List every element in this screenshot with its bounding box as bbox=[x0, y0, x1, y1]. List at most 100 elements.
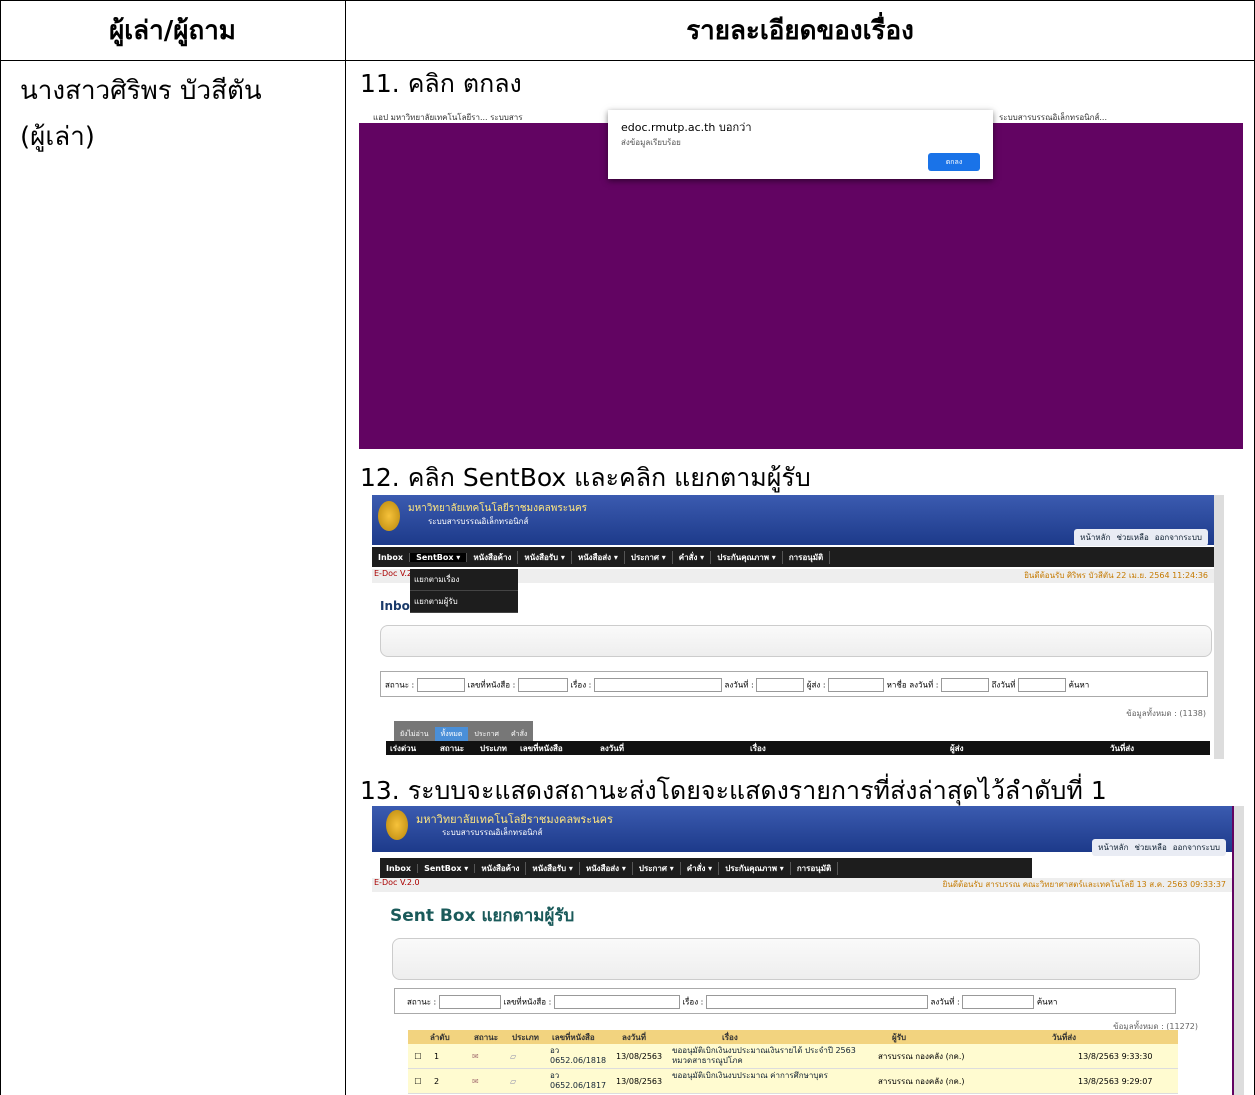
subject-input[interactable] bbox=[705, 995, 928, 1009]
tab-order[interactable]: คำสั่ง bbox=[505, 727, 533, 742]
edoc-page: มหาวิทยาลัยเทคโนโลยีราชมงคลพระนคร ระบบสา… bbox=[372, 806, 1232, 1095]
help-link[interactable]: ช่วยเหลือ bbox=[1116, 531, 1148, 544]
row-docno[interactable]: อว 0652.06/1817 bbox=[550, 1071, 616, 1091]
envelope-icon: ✉ bbox=[472, 1051, 479, 1061]
menu-sentbox[interactable]: SentBox ▾ bbox=[418, 863, 476, 873]
row-no: 1 bbox=[434, 1051, 440, 1061]
menu-sent[interactable]: หนังสือส่ง ▾ bbox=[580, 861, 633, 875]
sent-table-header: ลำดับ สถานะ ประเภท เลขที่หนังสือ ลงวันที… bbox=[408, 1030, 1178, 1044]
screenshot-sentbox-menu: มหาวิทยาลัยเทคโนโลยีราชมงคลพระนคร ระบบสา… bbox=[372, 495, 1224, 759]
menu-inbox[interactable]: Inbox bbox=[372, 552, 411, 562]
info-bar: E-Doc V.2.0 ยินดีต้อนรับ สารบรรณ คณะวิทย… bbox=[372, 878, 1232, 892]
page-title: Sent Box แยกตามผู้รับ bbox=[390, 906, 575, 926]
logout-link[interactable]: ออกจากระบบ bbox=[1173, 841, 1220, 854]
inbox-table-header: เร่งด่วน สถานะ ประเภท เลขที่หนังสือ ลงวั… bbox=[386, 741, 1210, 755]
menu-order[interactable]: คำสั่ง ▾ bbox=[673, 550, 712, 564]
col-urgent: เร่งด่วน bbox=[390, 743, 417, 753]
col-type: ประเภท bbox=[480, 743, 507, 753]
bookmarks-bar: แอป มหาวิทยาลัยเทคโนโลยีรา... ระบบสาร bbox=[373, 113, 523, 122]
inbox-tabs: ยังไม่อ่าน ทั้งหมด ประกาศ คำสั่ง bbox=[394, 721, 534, 742]
status-select[interactable] bbox=[438, 995, 501, 1009]
find-name-button[interactable]: หาชื่อ bbox=[887, 681, 907, 690]
subject-input[interactable] bbox=[593, 678, 722, 692]
help-link[interactable]: ช่วยเหลือ bbox=[1134, 841, 1166, 854]
bookmarks-bar-right: ระบบสารบรรณอิเล็กทรอนิกส์... bbox=[999, 113, 1107, 122]
screenshot-confirm-dialog: แอป มหาวิทยาลัยเทคโนโลยีรา... ระบบสาร ระ… bbox=[359, 97, 1243, 449]
tab-all[interactable]: ทั้งหมด bbox=[434, 727, 469, 742]
menu-quality[interactable]: ประกันคุณภาพ ▾ bbox=[711, 550, 783, 564]
docno-input[interactable] bbox=[517, 678, 568, 692]
university-logo bbox=[378, 501, 400, 531]
row-date: 13/08/2563 bbox=[616, 1076, 663, 1086]
row-subject[interactable]: ขออนุมัติเบิกเงินงบประมาณ ค่าการศึกษาบุต… bbox=[672, 1071, 878, 1091]
row-sent-date: 13/8/2563 9:29:07 bbox=[1078, 1076, 1153, 1086]
scrollbar[interactable] bbox=[1214, 495, 1224, 759]
menu-sentbox[interactable]: SentBox ▾ bbox=[410, 552, 468, 562]
tab-announcement[interactable]: ประกาศ bbox=[468, 727, 505, 742]
sender-input[interactable] bbox=[828, 678, 885, 692]
status-label: สถานะ : bbox=[407, 997, 437, 1007]
home-link[interactable]: หน้าหลัก bbox=[1098, 841, 1128, 854]
menu-order[interactable]: คำสั่ง ▾ bbox=[681, 861, 720, 875]
edoc-banner: มหาวิทยาลัยเทคโนโลยีราชมงคลพระนคร ระบบสา… bbox=[372, 806, 1232, 856]
table-row[interactable]: ☐ 1 ✉ ▱ อว 0652.06/1818 13/08/2563 ขออนุ… bbox=[408, 1044, 1178, 1069]
dropdown-by-receiver[interactable]: แยกตามผู้รับ bbox=[410, 591, 518, 613]
narrator-name: นางสาวศิริพร บัวสีตัน bbox=[20, 76, 262, 106]
dialog-message: ส่งข้อมูลเรียบร้อย bbox=[621, 138, 681, 147]
menu-pending[interactable]: หนังสือค้าง bbox=[467, 550, 519, 564]
date-input[interactable] bbox=[962, 995, 1035, 1009]
home-link[interactable]: หน้าหลัก bbox=[1080, 531, 1110, 544]
tab-unread[interactable]: ยังไม่อ่าน bbox=[394, 727, 435, 742]
col-receiver: ผู้รับ bbox=[892, 1032, 907, 1042]
row-checkbox[interactable]: ☐ bbox=[408, 1052, 428, 1061]
date2-label: ลงวันที่ : bbox=[909, 680, 939, 690]
col-sender: ผู้ส่ง bbox=[950, 743, 964, 753]
date2-input[interactable] bbox=[941, 678, 990, 692]
col-status: สถานะ bbox=[440, 743, 464, 753]
row-docno[interactable]: อว 0652.06/1818 bbox=[550, 1046, 616, 1066]
date-input[interactable] bbox=[756, 678, 805, 692]
menu-quality[interactable]: ประกันคุณภาพ ▾ bbox=[719, 861, 791, 875]
menu-received[interactable]: หนังสือรับ ▾ bbox=[518, 550, 572, 564]
menu-approval[interactable]: การอนุมัติ bbox=[791, 861, 839, 875]
status-select[interactable] bbox=[416, 678, 465, 692]
to-date-label: ถึงวันที่ bbox=[991, 680, 1016, 690]
step-12: 12. คลิก SentBox และคลิก แยกตามผู้รับ bbox=[360, 463, 811, 492]
search-button[interactable]: ค้นหา bbox=[1069, 681, 1090, 690]
welcome-text: ยินดีต้อนรับ สารบรรณ คณะวิทยาศาสตร์และเท… bbox=[942, 880, 1226, 889]
narrator-role: (ผู้เล่า) bbox=[20, 122, 95, 152]
docno-input[interactable] bbox=[553, 995, 680, 1009]
col-subject: เรื่อง bbox=[750, 743, 766, 753]
table-border-left bbox=[0, 0, 1, 1095]
docno-label: เลขที่หนังสือ : bbox=[503, 997, 552, 1007]
menu-announcement[interactable]: ประกาศ ▾ bbox=[625, 550, 673, 564]
subject-label: เรื่อง : bbox=[682, 997, 704, 1007]
dialog-title: edoc.rmutp.ac.th บอกว่า bbox=[621, 121, 752, 134]
row-no: 2 bbox=[434, 1076, 440, 1086]
content-panel bbox=[392, 938, 1200, 980]
search-button[interactable]: ค้นหา bbox=[1037, 998, 1058, 1007]
row-subject[interactable]: ขออนุมัติเบิกเงินงบประมาณเงินรายได้ ประจ… bbox=[672, 1046, 878, 1066]
menu-sent[interactable]: หนังสือส่ง ▾ bbox=[572, 550, 625, 564]
row-receiver: สารบรรณ กองคลัง (กค.) bbox=[878, 1076, 965, 1086]
version-label: E-Doc V.2.0 bbox=[374, 878, 420, 887]
menu-received[interactable]: หนังสือรับ ▾ bbox=[526, 861, 580, 875]
to-date-input[interactable] bbox=[1018, 678, 1067, 692]
university-name: มหาวิทยาลัยเทคโนโลยีราชมงคลพระนคร bbox=[408, 503, 588, 514]
dropdown-by-subject[interactable]: แยกตามเรื่อง bbox=[410, 569, 518, 591]
logout-link[interactable]: ออกจากระบบ bbox=[1155, 531, 1202, 544]
main-menu: Inbox SentBox ▾ หนังสือค้าง หนังสือรับ ▾… bbox=[372, 547, 1214, 567]
table-row[interactable]: ☐ 2 ✉ ▱ อว 0652.06/1817 13/08/2563 ขออนุ… bbox=[408, 1069, 1178, 1094]
menu-pending[interactable]: หนังสือค้าง bbox=[475, 861, 527, 875]
dialog-ok-button[interactable]: ตกลง bbox=[928, 153, 980, 171]
filter-bar: สถานะ : เลขที่หนังสือ : เรื่อง : ลงวันที… bbox=[394, 988, 1176, 1014]
sentbox-dropdown: แยกตามเรื่อง แยกตามผู้รับ bbox=[410, 569, 518, 613]
row-checkbox[interactable]: ☐ bbox=[408, 1077, 428, 1086]
menu-approval[interactable]: การอนุมัติ bbox=[783, 550, 831, 564]
subject-label: เรื่อง : bbox=[570, 680, 592, 690]
scrollbar[interactable] bbox=[1234, 806, 1244, 1095]
welcome-text: ยินดีต้อนรับ ศิริพร บัวสีตัน 22 เม.ย. 25… bbox=[1024, 571, 1208, 580]
menu-inbox[interactable]: Inbox bbox=[380, 863, 419, 873]
menu-announcement[interactable]: ประกาศ ▾ bbox=[633, 861, 681, 875]
date-label: ลงวันที่ : bbox=[930, 997, 960, 1007]
